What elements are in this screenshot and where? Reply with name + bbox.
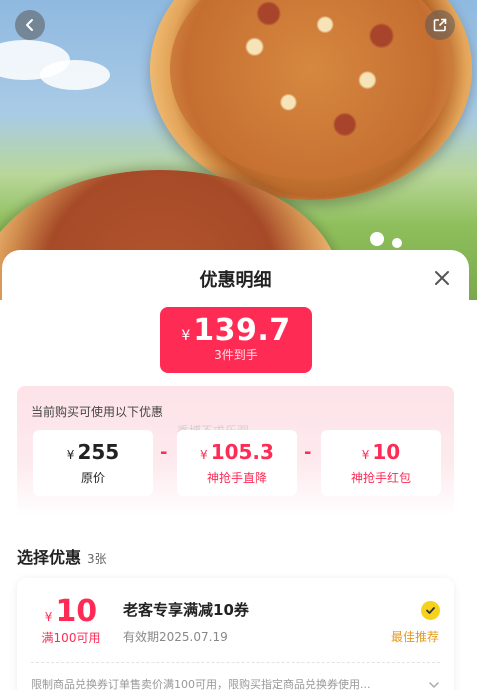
coupon-description: 限制商品兑换券订单售卖价满100可用，限购买指定商品兑换券使用... [31, 678, 371, 690]
currency-symbol: ¥ [200, 448, 208, 462]
flower [370, 232, 384, 246]
breakdown-title: 当前购买可使用以下优惠 [31, 405, 164, 419]
discount-detail-sheet: 优惠明细 ¥ 139.7 3件到手 当前购买可使用以下优惠 秀博不求乐观 ¥ 2… [2, 250, 469, 690]
select-discount-header: 选择优惠 3张 [17, 544, 107, 568]
original-price-value: 255 [77, 440, 120, 464]
selected-checkbox[interactable] [421, 601, 440, 620]
check-icon [426, 607, 435, 614]
final-price-badge: ¥ 139.7 3件到手 [160, 307, 312, 373]
original-price-label: 原价 [80, 471, 105, 485]
section-title: 选择优惠 [17, 548, 82, 567]
direct-discount-value: 105.3 [210, 440, 274, 464]
original-price-box: ¥ 255 原价 [33, 430, 153, 496]
currency-symbol: ¥ [66, 448, 75, 462]
flower [392, 238, 402, 248]
chevron-left-icon [26, 19, 33, 31]
coupon-count: 3张 [87, 552, 107, 566]
minus-sign: - [160, 442, 168, 463]
currency-symbol: ¥ [181, 328, 191, 344]
final-price: 139.7 [193, 313, 291, 348]
divider [31, 662, 440, 663]
final-price-note: 3件到手 [214, 348, 258, 362]
back-button[interactable] [15, 10, 45, 40]
close-button[interactable] [432, 268, 452, 288]
red-packet-label: 神抢手红包 [350, 471, 411, 485]
coupon-name: 老客专享满减10券 [123, 601, 249, 619]
red-packet-box: ¥ 10 神抢手红包 [321, 430, 441, 496]
pizza-top [150, 0, 472, 200]
share-button[interactable] [425, 10, 455, 40]
discount-breakdown: 当前购买可使用以下优惠 秀博不求乐观 ¥ 255 原价 - ¥ 105.3 神抢… [17, 386, 454, 516]
direct-discount-box: ¥ 105.3 神抢手直降 [177, 430, 297, 496]
best-recommend-tag: 最佳推荐 [391, 630, 440, 644]
share-icon [433, 18, 447, 32]
coupon-value-block: ¥ 10 满100可用 [31, 594, 111, 646]
chevron-down-icon [429, 682, 439, 688]
coupon-expiry: 有效期2025.07.19 [123, 630, 228, 644]
red-packet-value: 10 [372, 440, 401, 464]
coupon-card[interactable]: ¥ 10 满100可用 老客专享满减10券 有效期2025.07.19 最佳推荐… [17, 578, 454, 690]
coupon-value: 10 [55, 594, 98, 629]
sheet-title: 优惠明细 [199, 270, 272, 291]
close-icon [435, 271, 449, 285]
direct-discount-label: 神抢手直降 [206, 471, 267, 485]
expand-button[interactable] [428, 676, 440, 688]
currency-symbol: ¥ [361, 448, 370, 462]
currency-symbol: ¥ [44, 610, 53, 624]
cloud [40, 60, 110, 90]
coupon-condition: 满100可用 [41, 631, 101, 645]
minus-sign: - [304, 442, 312, 463]
